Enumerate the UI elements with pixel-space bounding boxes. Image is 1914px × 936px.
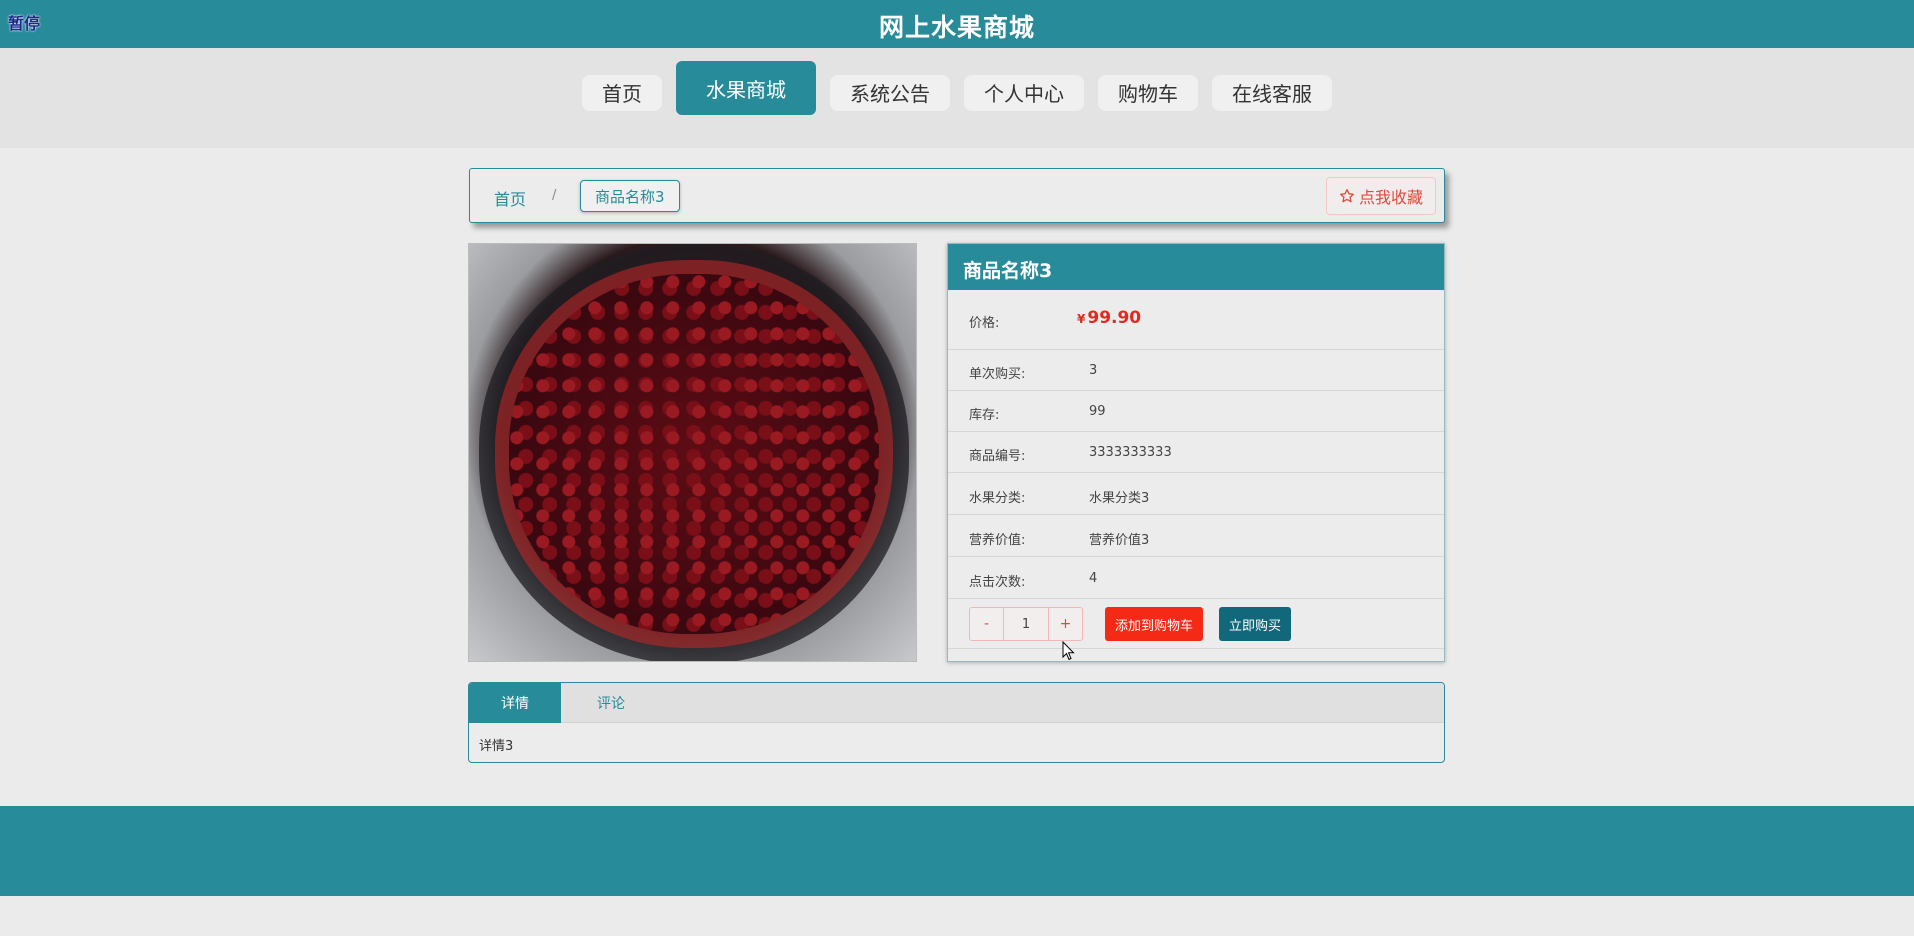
price-amount: 99.90 (1087, 308, 1142, 328)
field-label: 单次购买: (969, 367, 1026, 382)
info-row-clicks: 点击次数: 4 (948, 557, 1444, 599)
field-value: 99 (1089, 404, 1106, 419)
site-title: 网上水果商城 (878, 13, 1035, 42)
breadcrumb-home-link[interactable]: 首页 (494, 186, 526, 210)
breadcrumb-current: 商品名称3 (580, 180, 680, 212)
currency-symbol: ¥ (1077, 312, 1086, 326)
breadcrumb-separator: / (552, 188, 557, 203)
nav-item-support[interactable]: 在线客服 (1212, 74, 1332, 111)
nav-item-announcements[interactable]: 系统公告 (830, 74, 950, 111)
field-value: 营养价值3 (1089, 533, 1150, 548)
field-label: 商品编号: (969, 449, 1026, 464)
quantity-stepper: - 1 + (969, 607, 1083, 641)
price-value: ¥99.90 (1077, 308, 1141, 328)
nav-item-home[interactable]: 首页 (582, 74, 662, 111)
product-image (468, 243, 917, 662)
info-row-product-code: 商品编号: 3333333333 (948, 432, 1444, 473)
nav-item-cart[interactable]: 购物车 (1098, 74, 1198, 111)
price-row: 价格: ¥99.90 (948, 290, 1444, 350)
product-title: 商品名称3 (948, 244, 1444, 290)
cherry-bouquet-image (509, 274, 879, 634)
nav-band: 首页 水果商城 系统公告 个人中心 购物车 在线客服 (0, 48, 1914, 148)
field-label: 营养价值: (969, 533, 1026, 548)
mouse-cursor-icon (1062, 641, 1075, 661)
field-value: 3333333333 (1089, 445, 1172, 460)
tab-details[interactable]: 详情 (469, 683, 561, 723)
favorite-button[interactable]: 点我收藏 (1325, 177, 1436, 215)
nav-item-profile[interactable]: 个人中心 (964, 74, 1084, 111)
breadcrumb: 首页 / 商品名称3 点我收藏 (469, 168, 1445, 223)
favorite-label: 点我收藏 (1358, 188, 1423, 207)
price-label: 价格: (969, 316, 1000, 331)
info-row-stock: 库存: 99 (948, 391, 1444, 432)
info-row-category: 水果分类: 水果分类3 (948, 473, 1444, 515)
top-header: 网上水果商城 (0, 0, 1914, 48)
star-icon (1339, 189, 1354, 203)
tab-bar: 详情 评论 (469, 683, 1444, 723)
info-row-purchase-limit: 单次购买: 3 (948, 350, 1444, 391)
decrease-quantity-button[interactable]: - (970, 608, 1003, 640)
add-to-cart-button[interactable]: 添加到购物车 (1105, 607, 1204, 641)
nav-item-fruit-mall[interactable]: 水果商城 (676, 61, 816, 115)
purchase-actions: - 1 + 添加到购物车 立即购买 (948, 599, 1444, 649)
main-nav: 首页 水果商城 系统公告 个人中心 购物车 在线客服 (0, 61, 1914, 115)
product-info-panel: 商品名称3 价格: ¥99.90 单次购买: 3 库存: 99 商品编号: 33… (947, 243, 1445, 662)
field-value: 3 (1089, 363, 1098, 378)
info-row-nutrition: 营养价值: 营养价值3 (948, 515, 1444, 557)
tab-content: 详情3 (479, 739, 514, 754)
field-value: 4 (1089, 571, 1098, 586)
pause-button[interactable]: 暂停 (8, 10, 40, 34)
field-label: 点击次数: (969, 575, 1026, 590)
detail-tabs: 详情 评论 详情3 (468, 682, 1445, 763)
increase-quantity-button[interactable]: + (1049, 608, 1082, 640)
field-label: 水果分类: (969, 491, 1026, 506)
tab-comments[interactable]: 评论 (561, 683, 661, 723)
field-label: 库存: (969, 408, 1000, 423)
footer (0, 806, 1914, 896)
field-value: 水果分类3 (1089, 491, 1150, 506)
quantity-input[interactable]: 1 (1003, 608, 1049, 640)
buy-now-button[interactable]: 立即购买 (1219, 607, 1292, 641)
